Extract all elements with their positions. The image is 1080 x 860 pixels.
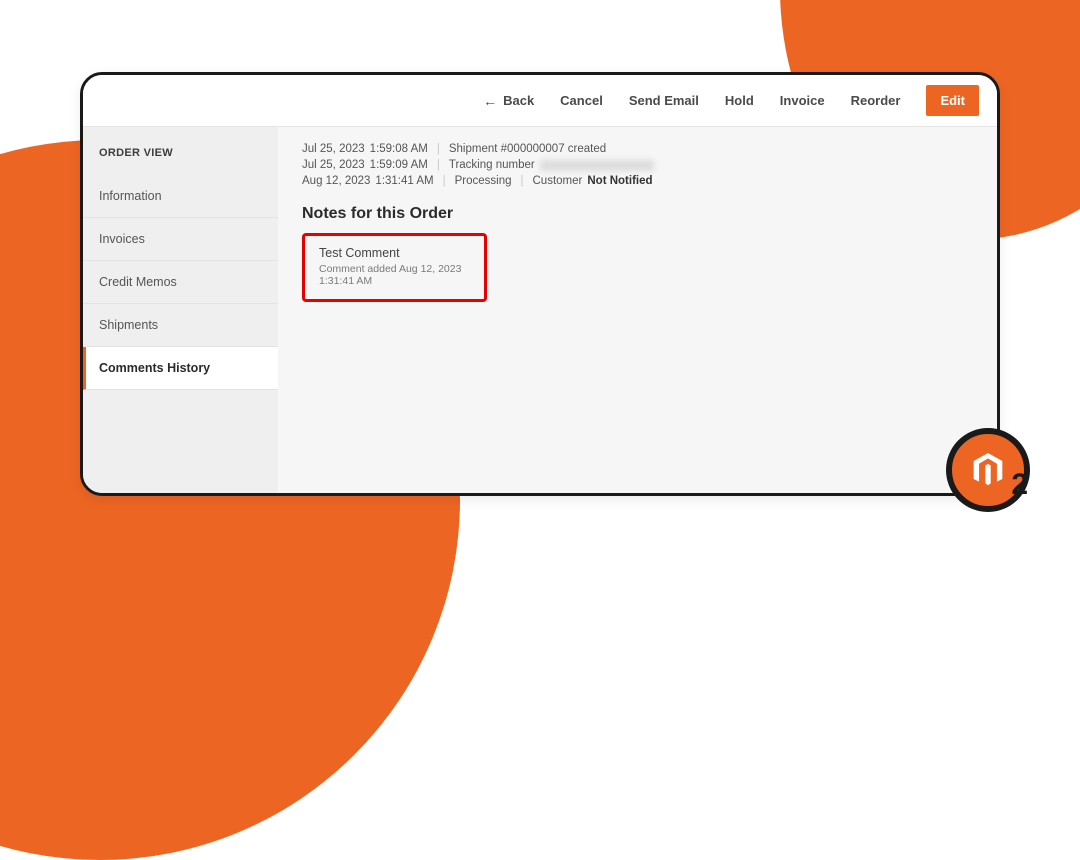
send-email-button[interactable]: Send Email bbox=[629, 93, 699, 108]
separator: | bbox=[433, 143, 444, 155]
main-content: Jul 25, 2023 1:59:08 AM | Shipment #0000… bbox=[278, 127, 997, 493]
history-customer-value: Not Notified bbox=[587, 175, 652, 187]
back-button-label: Back bbox=[503, 93, 534, 108]
order-view-sidebar: ORDER VIEW Information Invoices Credit M… bbox=[83, 127, 278, 493]
back-button[interactable]: Back bbox=[483, 93, 534, 109]
history-row: Aug 12, 2023 1:31:41 AM | Processing | C… bbox=[302, 173, 973, 189]
magento-badge: 2 bbox=[946, 428, 1030, 512]
notes-heading: Notes for this Order bbox=[302, 205, 973, 223]
sidebar-title: ORDER VIEW bbox=[83, 141, 278, 175]
separator: | bbox=[433, 159, 444, 171]
history-status: Processing bbox=[455, 175, 512, 187]
comment-meta: Comment added Aug 12, 2023 1:31:41 AM bbox=[319, 263, 470, 287]
sidebar-item-comments-history[interactable]: Comments History bbox=[83, 347, 278, 390]
edit-button[interactable]: Edit bbox=[926, 85, 979, 116]
cancel-button[interactable]: Cancel bbox=[560, 93, 603, 108]
comment-title: Test Comment bbox=[319, 246, 470, 260]
app-window: Back Cancel Send Email Hold Invoice Reor… bbox=[80, 72, 1000, 496]
history-time: 1:59:09 AM bbox=[370, 159, 428, 171]
hold-button[interactable]: Hold bbox=[725, 93, 754, 108]
reorder-button[interactable]: Reorder bbox=[851, 93, 901, 108]
sidebar-item-credit-memos[interactable]: Credit Memos bbox=[83, 261, 278, 304]
history-time: 1:31:41 AM bbox=[375, 175, 433, 187]
badge-version: 2 bbox=[1011, 468, 1028, 502]
sidebar-item-invoices[interactable]: Invoices bbox=[83, 218, 278, 261]
history-text: Shipment #000000007 created bbox=[449, 143, 606, 155]
history-date: Jul 25, 2023 bbox=[302, 143, 365, 155]
sidebar-item-information[interactable]: Information bbox=[83, 175, 278, 218]
order-toolbar: Back Cancel Send Email Hold Invoice Reor… bbox=[83, 75, 997, 127]
history-time: 1:59:08 AM bbox=[370, 143, 428, 155]
magento-icon bbox=[971, 453, 1005, 487]
history-date: Jul 25, 2023 bbox=[302, 159, 365, 171]
history-text: Tracking number bbox=[449, 159, 535, 171]
history-customer-label: Customer bbox=[533, 175, 583, 187]
history-row: Jul 25, 2023 1:59:09 AM | Tracking numbe… bbox=[302, 157, 973, 173]
separator: | bbox=[517, 175, 528, 187]
sidebar-item-shipments[interactable]: Shipments bbox=[83, 304, 278, 347]
redacted-value: hidden bbox=[540, 160, 655, 171]
history-row: Jul 25, 2023 1:59:08 AM | Shipment #0000… bbox=[302, 141, 973, 157]
arrow-left-icon bbox=[483, 93, 497, 109]
order-comment-card: Test Comment Comment added Aug 12, 2023 … bbox=[302, 233, 487, 302]
invoice-button[interactable]: Invoice bbox=[780, 93, 825, 108]
separator: | bbox=[439, 175, 450, 187]
history-date: Aug 12, 2023 bbox=[302, 175, 370, 187]
